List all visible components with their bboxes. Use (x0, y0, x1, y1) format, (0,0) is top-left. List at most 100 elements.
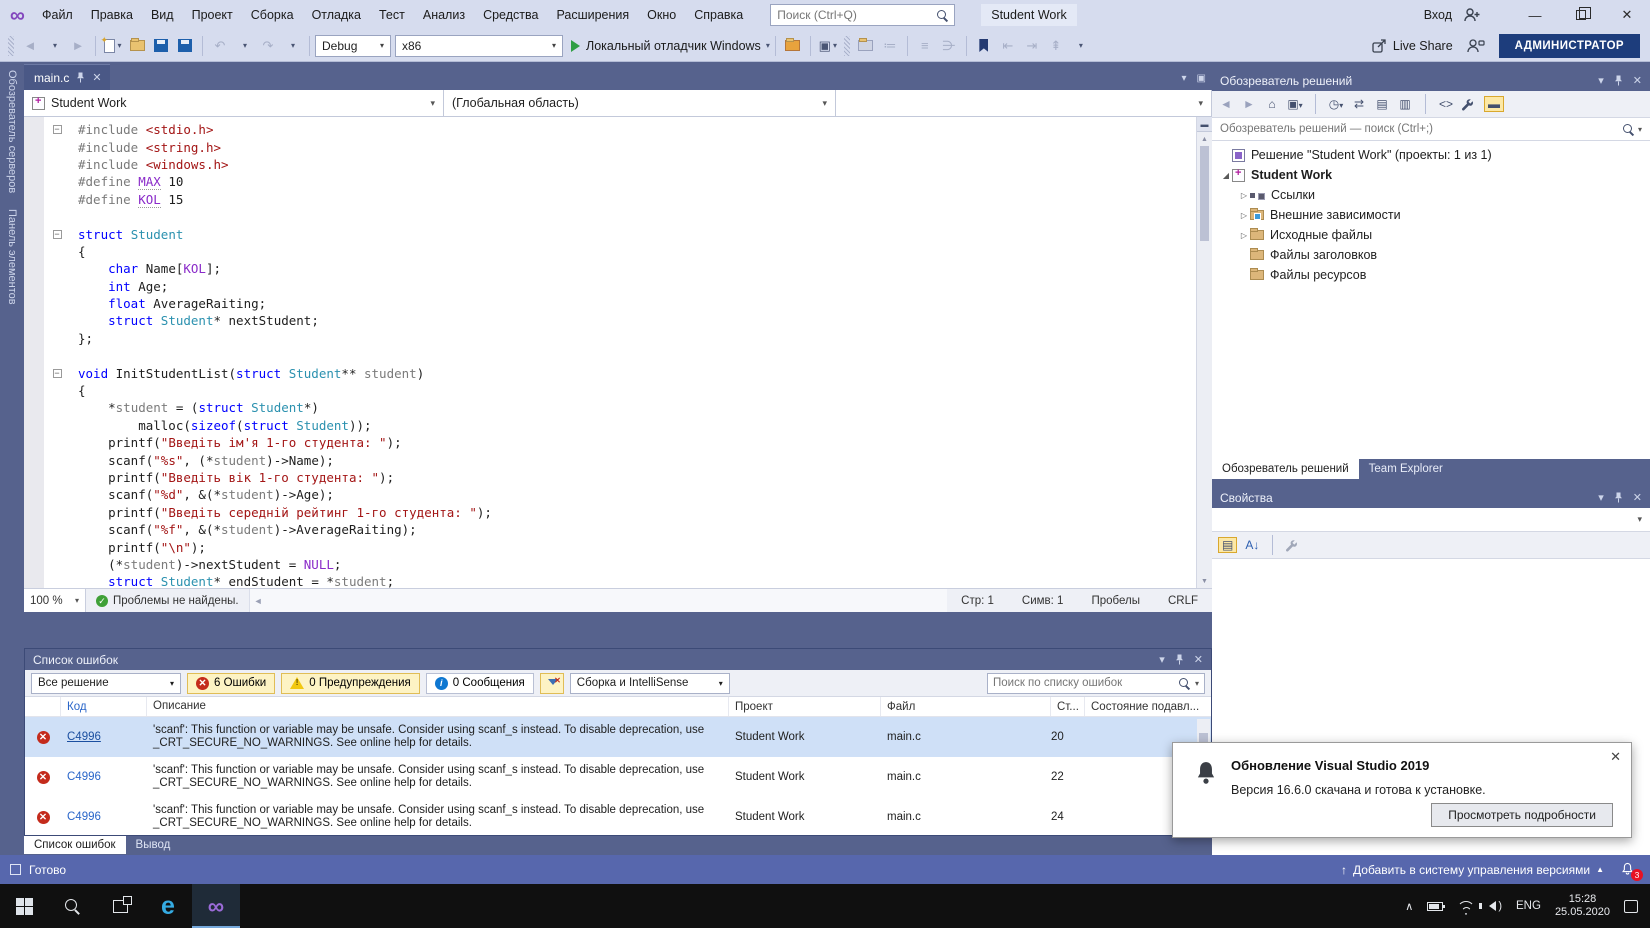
edge-browser-button[interactable]: e (144, 884, 192, 928)
scope-filter-dropdown[interactable]: Все решение ▾ (31, 672, 181, 694)
error-row[interactable]: ✕ C4996 'scanf': This function or variable… (25, 757, 1211, 797)
properties-icon[interactable] (1461, 98, 1477, 111)
preview-button[interactable]: ▣ ▾ (817, 34, 839, 58)
code-line[interactable]: float AverageRaiting; (24, 295, 1196, 312)
global-search-input[interactable]: Поиск (Ctrl+Q) (770, 4, 956, 26)
close-panel-icon[interactable]: ✕ (1633, 74, 1642, 87)
breakpoint-margin[interactable] (24, 347, 44, 364)
fold-collapse-icon[interactable]: − (52, 229, 62, 239)
pin-panel-icon[interactable] (1614, 75, 1623, 86)
notifications-button[interactable]: 3 (1620, 861, 1643, 881)
tree-item[interactable]: Решение "Student Work" (проекты: 1 из 1) (1212, 145, 1650, 165)
tree-item[interactable]: ▷ Исходные файлы (1212, 225, 1650, 245)
visual-studio-taskbar-button[interactable]: ∞ (192, 884, 240, 928)
live-share-button[interactable]: Live Share (1372, 39, 1453, 53)
start-debugging-button[interactable]: Локальный отладчик Windows ▾ (571, 39, 770, 53)
breakpoint-margin[interactable] (24, 260, 44, 277)
window-position-dropdown-icon[interactable]: ▾ (1598, 74, 1604, 87)
code-line[interactable]: *student = (struct Student*) (24, 399, 1196, 416)
breakpoint-margin[interactable] (24, 538, 44, 555)
start-button[interactable] (0, 884, 48, 928)
warnings-filter-button[interactable]: 0 Предупреждения (281, 672, 420, 694)
restore-button[interactable] (1558, 0, 1604, 30)
close-panel-icon[interactable]: ✕ (1194, 653, 1203, 666)
code-line[interactable]: (*student)->nextStudent = NULL; (24, 556, 1196, 573)
side-tab-Обозреватель серверов[interactable]: Обозреватель серверов (6, 70, 18, 193)
column-description[interactable]: Описание (147, 697, 729, 716)
solution-explorer-search-input[interactable]: Обозреватель решений — поиск (Ctrl+;) ▾ (1212, 118, 1650, 141)
menu-item-Сборка[interactable]: Сборка (242, 4, 303, 26)
volume-icon[interactable]: ) (1479, 900, 1502, 912)
menu-item-Справка[interactable]: Справка (685, 4, 752, 26)
code-line[interactable]: struct Student* endStudent = *student; (24, 573, 1196, 588)
toggle-bookmark-button[interactable] (973, 34, 995, 58)
breakpoint-margin[interactable] (24, 173, 44, 190)
code-line[interactable]: }; (24, 330, 1196, 347)
next-bookmark-button[interactable]: ⇥ (1021, 34, 1043, 58)
code-editor[interactable]: − #include <stdio.h> #include <string.h> #i… (24, 117, 1212, 588)
code-line[interactable]: #include <windows.h> (24, 156, 1196, 173)
tree-item[interactable]: ◢ Student Work (1212, 165, 1650, 185)
undo-button[interactable]: ↶ (209, 34, 231, 58)
fold-collapse-icon[interactable]: − (52, 125, 62, 135)
editor-horizontal-scrollbar[interactable]: ◄ (248, 589, 948, 612)
code-line[interactable]: char Name[KOL]; (24, 260, 1196, 277)
breakpoint-margin[interactable] (24, 121, 44, 138)
column-code[interactable]: Код (61, 697, 147, 716)
scroll-up-arrow[interactable]: ▲ (1197, 132, 1212, 146)
navigate-back-button[interactable]: ◄ (19, 34, 41, 58)
back-dropdown[interactable]: ▾ (43, 34, 65, 58)
split-editor-handle[interactable]: ▬ (1197, 117, 1212, 132)
errors-filter-button[interactable]: ✕ 6 Ошибки (187, 672, 276, 694)
attach-process-button[interactable] (782, 34, 804, 58)
window-position-dropdown-icon[interactable]: ▾ (1598, 491, 1604, 504)
tab-team-explorer[interactable]: Team Explorer (1359, 459, 1453, 479)
minimize-button[interactable]: — (1512, 0, 1558, 30)
column-file[interactable]: Файл (881, 697, 1051, 716)
tree-expander[interactable]: ▷ (1238, 211, 1250, 220)
error-row[interactable]: ✕ C4996 'scanf': This function or variable… (25, 797, 1211, 835)
menu-item-Тест[interactable]: Тест (370, 4, 414, 26)
breakpoint-margin[interactable] (24, 278, 44, 295)
find-in-files-button[interactable] (855, 34, 877, 58)
increase-indent-button[interactable]: ⋺ (938, 34, 960, 58)
tree-item[interactable]: ▷ Ссылки (1212, 185, 1650, 205)
add-to-source-control-button[interactable]: ↑ Добавить в систему управления версиями… (1341, 863, 1604, 877)
breakpoint-margin[interactable] (24, 243, 44, 260)
error-code-link[interactable]: C4996 (61, 811, 147, 823)
filter-toggle-button[interactable] (539, 672, 564, 694)
feedback-icon[interactable] (1467, 38, 1485, 53)
home-icon[interactable]: ⌂ (1264, 97, 1280, 111)
menu-item-Файл[interactable]: Файл (33, 4, 82, 26)
platform-dropdown[interactable]: x86 ▾ (395, 34, 563, 57)
decrease-indent-button[interactable]: ≡ (914, 34, 936, 58)
code-line[interactable]: printf("Введіть середній рейтинг 1-го ст… (24, 504, 1196, 521)
redo-button[interactable]: ↷ (257, 34, 279, 58)
breakpoint-margin[interactable] (24, 208, 44, 225)
breakpoint-margin[interactable] (24, 156, 44, 173)
document-tab-main-c[interactable]: main.c ✕ (24, 64, 110, 90)
breakpoint-margin[interactable] (24, 364, 44, 381)
scrollbar-thumb[interactable] (1200, 146, 1209, 241)
scroll-down-arrow[interactable]: ▼ (1197, 574, 1212, 588)
column-line[interactable]: Ст... (1051, 697, 1085, 716)
sync-with-active-document-icon[interactable]: ⇄ (1351, 97, 1367, 111)
menu-item-Анализ[interactable]: Анализ (414, 4, 474, 26)
breakpoint-margin[interactable] (24, 451, 44, 468)
solution-explorer-title-bar[interactable]: Обозреватель решений ▾ ✕ (1212, 70, 1650, 91)
redo-dropdown[interactable]: ▾ (281, 34, 303, 58)
comment-button[interactable]: ≔ (879, 34, 901, 58)
column-project[interactable]: Проект (729, 697, 881, 716)
menu-item-Правка[interactable]: Правка (82, 4, 142, 26)
navigate-forward-button[interactable]: ► (67, 34, 89, 58)
menu-item-Расширения[interactable]: Расширения (547, 4, 638, 26)
new-file-button[interactable]: ▾ (100, 34, 124, 58)
properties-title-bar[interactable]: Свойства ▾ ✕ (1212, 487, 1650, 508)
clock[interactable]: 15:28 25.05.2020 (1555, 893, 1610, 919)
breakpoint-margin[interactable] (24, 417, 44, 434)
add-account-icon[interactable] (1462, 7, 1482, 23)
toolbar-overflow-button[interactable]: ▾ (1069, 34, 1091, 58)
error-list-title-bar[interactable]: Список ошибок ▾ ✕ (25, 649, 1211, 670)
breakpoint-margin[interactable] (24, 138, 44, 155)
pin-panel-icon[interactable] (1175, 654, 1184, 665)
